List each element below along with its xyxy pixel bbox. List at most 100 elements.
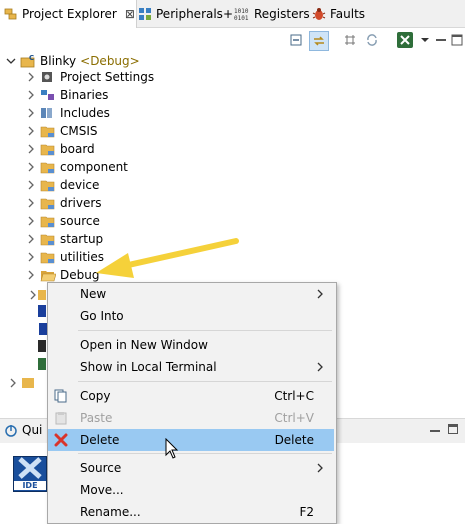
menu-item-shortcut: F2	[299, 505, 314, 519]
menu-item-new[interactable]: New	[48, 283, 334, 305]
chevron-right-icon[interactable]	[26, 198, 36, 208]
chevron-right-icon[interactable]	[26, 108, 36, 118]
tree-item-includes[interactable]: Includes	[26, 104, 110, 122]
menu-item-copy[interactable]: Copy Ctrl+C	[48, 385, 334, 407]
project-config: <Debug>	[80, 54, 140, 68]
menu-item-go-into[interactable]: Go Into	[48, 305, 334, 327]
maximize-button[interactable]	[448, 424, 458, 434]
chevron-right-icon[interactable]	[26, 162, 36, 172]
minimize-icon	[436, 39, 446, 41]
mcuxpresso-icon	[397, 32, 413, 48]
chevron-right-icon[interactable]	[26, 90, 36, 100]
tree-item-cmsis[interactable]: CMSIS	[26, 122, 98, 140]
chevron-right-icon[interactable]	[26, 216, 36, 226]
x-logo-icon	[18, 457, 42, 479]
menu-item-label: Go Into	[80, 309, 124, 323]
chevron-right-icon[interactable]	[26, 180, 36, 190]
tab-label: Registers	[254, 6, 310, 21]
chevron-right-icon[interactable]	[26, 252, 36, 262]
project-explorer-icon	[4, 8, 17, 20]
tree-item-source[interactable]: source	[26, 212, 100, 230]
c-project-icon: C	[20, 54, 35, 68]
menu-item-open-in-new-window[interactable]: Open in New Window	[48, 334, 334, 356]
filter-button[interactable]	[341, 31, 359, 49]
submenu-arrow-icon	[317, 463, 323, 473]
file-icon	[38, 358, 46, 370]
tree-item-label: utilities	[60, 250, 104, 264]
tree-item-drivers[interactable]: drivers	[26, 194, 102, 212]
tree-item-label: device	[60, 178, 100, 192]
tree-item-label: Binaries	[60, 88, 109, 102]
tree-item-component[interactable]: component	[26, 158, 128, 176]
folder-icon	[40, 252, 55, 263]
menu-item-show-in-local-terminal[interactable]: Show in Local Terminal	[48, 356, 334, 378]
tree-item-label: startup	[60, 232, 104, 246]
collapse-all-button[interactable]	[287, 31, 305, 49]
tree-item-label: Debug	[60, 268, 100, 282]
registers-icon: 1010 0101	[234, 8, 249, 21]
link-with-editor-button[interactable]	[309, 31, 329, 51]
chevron-right-icon[interactable]	[26, 126, 36, 136]
menu-item-shortcut: Ctrl+C	[274, 389, 314, 403]
menu-separator	[78, 330, 332, 331]
folder-icon	[40, 144, 55, 155]
binaries-icon	[41, 90, 54, 100]
tree-item-utilities[interactable]: utilities	[26, 248, 104, 266]
folder-icon	[40, 126, 55, 137]
tree-item-startup[interactable]: startup	[26, 230, 103, 248]
tree-item-device[interactable]: device	[26, 176, 99, 194]
bug-icon	[312, 7, 326, 20]
tab-label: Peripherals+	[156, 6, 233, 21]
chevron-right-icon	[30, 290, 36, 300]
chevron-down-icon[interactable]	[6, 56, 16, 66]
menu-item-label: Open in New Window	[80, 338, 208, 352]
tree-item-label: Includes	[60, 106, 110, 120]
menu-item-move[interactable]: Move...	[48, 479, 334, 501]
tab-registers[interactable]: 1010 0101 Registers	[234, 0, 310, 27]
svg-text:C: C	[29, 54, 34, 62]
minimize-button[interactable]	[430, 430, 440, 432]
menu-item-label: Copy	[80, 389, 111, 403]
maximize-button[interactable]	[448, 31, 465, 49]
menu-item-rename[interactable]: Rename... F2	[48, 501, 334, 523]
menu-item-delete[interactable]: Delete Delete	[48, 429, 334, 451]
project-name: Blinky	[40, 54, 77, 68]
folder-icon	[40, 198, 55, 209]
link-icon	[314, 36, 324, 46]
menu-item-label: Rename...	[80, 505, 141, 519]
tab-label: Project Explorer	[22, 7, 117, 21]
tab-faults[interactable]: Faults	[312, 0, 365, 27]
tab-peripherals[interactable]: Peripherals+	[138, 0, 233, 27]
folder-icon	[40, 180, 55, 191]
menu-item-label: Delete	[80, 433, 120, 447]
context-menu: New Go Into Open in New Window Show in Loca…	[47, 282, 337, 524]
tab-project-explorer[interactable]: Project Explorer ⊠	[0, 0, 137, 28]
menu-item-source[interactable]: Source	[48, 457, 334, 479]
chevron-right-icon[interactable]	[26, 144, 36, 154]
close-icon[interactable]: ⊠	[125, 7, 135, 21]
mcuxpresso-button[interactable]	[396, 31, 414, 49]
tree-item-label: component	[60, 160, 128, 174]
paste-icon	[55, 412, 67, 425]
chevron-right-icon[interactable]	[26, 270, 36, 280]
sync-icon	[367, 34, 377, 46]
tree-item-board[interactable]: board	[26, 140, 95, 158]
menu-separator	[78, 381, 332, 382]
file-icon	[38, 305, 46, 317]
menu-item-label: Move...	[80, 483, 124, 497]
menu-item-paste[interactable]: Paste Ctrl+V	[48, 407, 334, 429]
sync-button[interactable]	[363, 31, 381, 49]
svg-text:1010: 1010	[234, 8, 249, 15]
tree-item-binaries[interactable]: Binaries	[26, 86, 108, 104]
mouse-cursor-icon	[165, 438, 179, 459]
tab-label: Faults	[330, 6, 366, 21]
chevron-right-icon[interactable]	[26, 72, 36, 82]
chevron-right-icon[interactable]	[26, 234, 36, 244]
menu-item-shortcut: Ctrl+V	[274, 411, 314, 425]
maximize-icon	[451, 34, 463, 46]
view-tab-bar: Project Explorer ⊠ Peripherals+ 1010 010…	[0, 0, 465, 28]
tree-item-label: board	[60, 142, 95, 156]
folder-icon	[38, 290, 46, 300]
quickstart-tab[interactable]: Qui	[4, 423, 42, 437]
tree-item-project-settings[interactable]: Project Settings	[26, 68, 154, 86]
